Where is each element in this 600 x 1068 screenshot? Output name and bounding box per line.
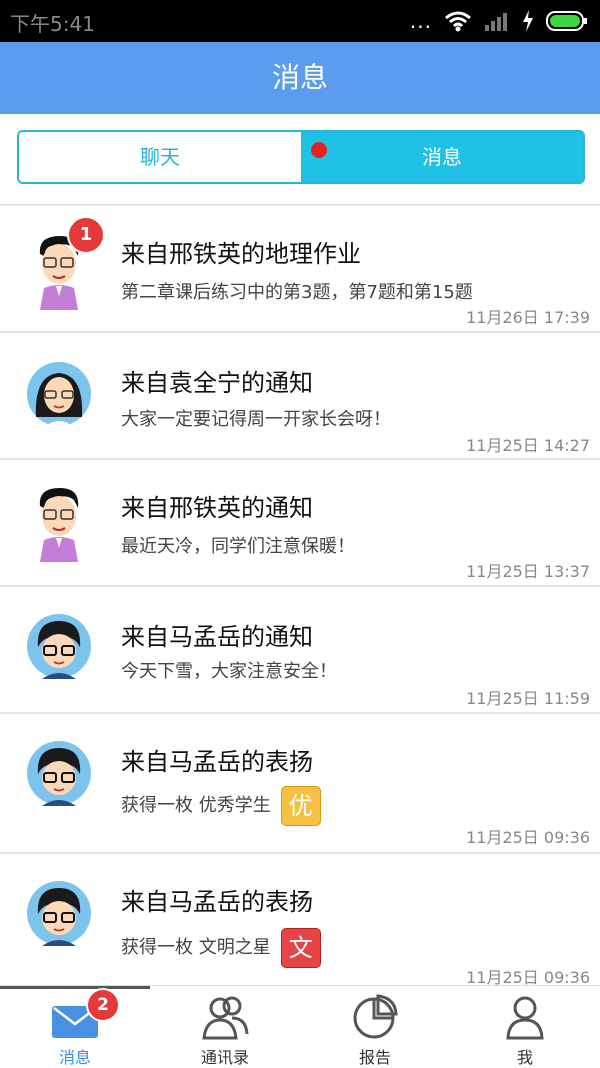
report-icon [353,994,398,1039]
nav-unread-badge: 2 [86,988,120,1022]
list-item[interactable]: 来自马孟岳的表扬 获得一枚 优秀学生优 11月25日 09:36 [0,714,600,854]
tab-chat[interactable]: 聊天 [19,132,301,182]
list-item[interactable]: 来自袁全宁的通知 大家一定要记得周一开家长会呀！ 11月25日 14:27 [0,333,600,460]
award-badge-civilized-icon: 文 [280,928,321,968]
message-time: 11月25日 11:59 [466,689,590,708]
message-title: 来自邢铁英的通知 [121,494,313,522]
wifi-icon [445,11,471,32]
charging-icon [523,10,533,32]
message-preview: 大家一定要记得周一开家长会呀！ [121,409,391,430]
message-time: 11月25日 13:37 [466,562,590,581]
list-item[interactable]: 来自马孟岳的通知 今天下雪，大家注意安全！ 11月25日 11:59 [0,587,600,714]
list-item[interactable]: 来自马孟岳的表扬 获得一枚 文明之星文 11月25日 09:36 [0,854,600,994]
tab-bar: 聊天 消息 [0,114,600,205]
student-boy-icon [26,880,92,946]
message-title: 来自马孟岳的表扬 [121,888,313,916]
message-title: 来自邢铁英的地理作业 [121,240,361,268]
more-dots-icon: ... [409,9,432,33]
signal-icon [485,13,507,31]
nav-label: 通讯录 [200,1048,249,1067]
message-preview: 获得一枚 优秀学生优 [121,786,321,826]
message-time: 11月25日 09:36 [466,828,590,847]
message-time: 11月26日 17:39 [466,308,590,327]
unread-dot-icon [311,142,327,158]
nav-reports[interactable]: 报告 [300,986,450,1068]
unread-count-badge: 1 [67,216,105,254]
page-title: 消息 [0,42,600,114]
list-item[interactable]: 来自邢铁英的通知 最近天冷，同学们注意保暖！ 11月25日 13:37 [0,460,600,587]
award-text: 获得一枚 优秀学生 [121,795,271,816]
tab-messages-label: 消息 [422,145,462,169]
status-bar: 下午5:41 ... [0,0,600,42]
nav-label: 消息 [58,1048,91,1067]
message-title: 来自袁全宁的通知 [121,369,313,397]
status-icons: ... [410,8,588,34]
teacher-female-icon [26,361,92,427]
message-title: 来自马孟岳的通知 [121,623,313,651]
list-item[interactable]: 1 来自邢铁英的地理作业 第二章课后练习中的第3题，第7题和第15题 11月26… [0,206,600,333]
nav-label: 我 [516,1048,533,1067]
message-list: 1 来自邢铁英的地理作业 第二章课后练习中的第3题，第7题和第15题 11月26… [0,206,600,994]
award-badge-excellent-icon: 优 [280,786,321,826]
message-preview: 第二章课后练习中的第3题，第7题和第15题 [121,282,473,303]
nav-contacts[interactable]: 通讯录 [150,986,300,1068]
battery-icon [546,11,587,31]
nav-label: 报告 [358,1048,391,1067]
profile-icon [506,996,544,1040]
bottom-nav: 2 消息 通讯录 报告 我 [0,985,600,1068]
teacher-male-icon [26,482,92,562]
message-title: 来自马孟岳的表扬 [121,748,313,776]
tab-messages[interactable]: 消息 [301,132,583,182]
contacts-icon [202,996,249,1040]
student-boy-icon [26,740,92,806]
message-time: 11月25日 14:27 [466,436,590,455]
message-preview: 获得一枚 文明之星文 [121,928,321,968]
nav-profile[interactable]: 我 [450,986,600,1068]
student-boy-icon [26,613,92,679]
nav-messages[interactable]: 2 消息 [0,986,150,1068]
message-preview: 今天下雪，大家注意安全！ [121,661,337,682]
message-preview: 最近天冷，同学们注意保暖！ [121,536,355,557]
award-text: 获得一枚 文明之星 [121,937,271,958]
segmented-control: 聊天 消息 [17,130,585,184]
